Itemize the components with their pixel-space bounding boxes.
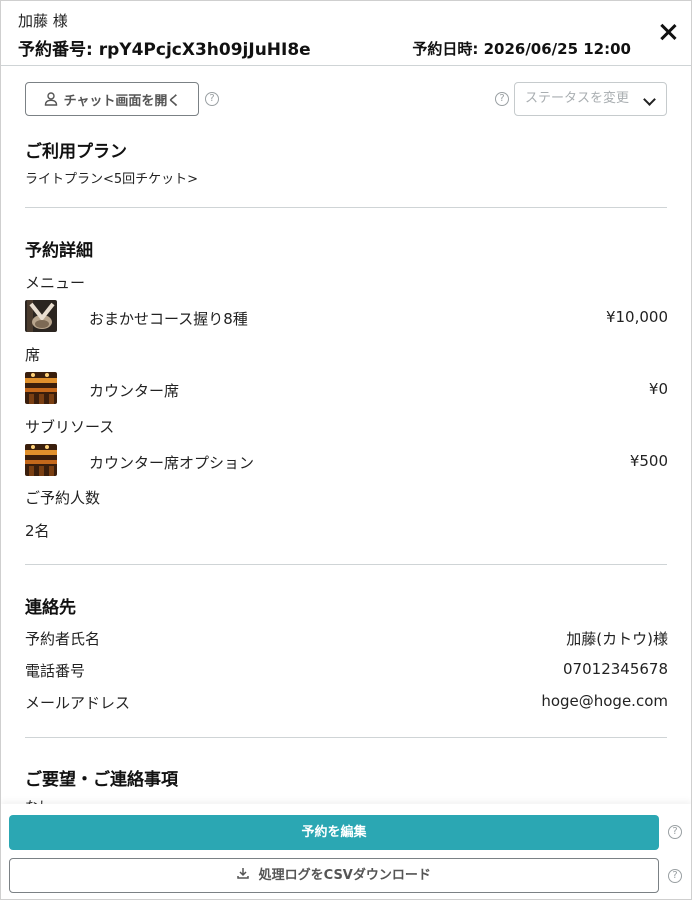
- download-csv-button[interactable]: 処理ログをCSVダウンロード: [9, 858, 659, 893]
- modal-footer: 予約を編集 ? 処理ログをCSVダウンロード ?: [1, 804, 691, 899]
- chevron-down-icon: [643, 93, 656, 106]
- contact-phone-value: 07012345678: [563, 660, 668, 678]
- contact-name-label: 予約者氏名: [25, 630, 101, 648]
- close-icon[interactable]: [657, 21, 679, 43]
- download-csv-label: 処理ログをCSVダウンロード: [258, 868, 431, 883]
- contact-phone-label: 電話番号: [25, 662, 86, 680]
- edit-help-icon[interactable]: ?: [668, 825, 682, 839]
- person-icon: [44, 92, 58, 106]
- seat-item-name: カウンター席: [89, 382, 180, 400]
- contact-name-value: 加藤(カトウ)様: [566, 630, 668, 648]
- edit-reservation-button[interactable]: 予約を編集: [9, 815, 659, 850]
- plan-section-title: ご利用プラン: [25, 142, 127, 162]
- reservation-number: 予約番号: rpY4PcjcX3h09jJuHI8e: [18, 40, 311, 60]
- divider: [25, 207, 667, 208]
- subresource-item-price: ¥500: [629, 452, 668, 470]
- seat-label: 席: [25, 346, 41, 364]
- subresource-item-image: [25, 444, 57, 476]
- reservation-datetime: 予約日時: 2026/06/25 12:00: [412, 40, 631, 58]
- open-chat-label: チャット画面を開く: [63, 93, 181, 109]
- details-section-title: 予約詳細: [25, 241, 93, 261]
- chat-help-icon[interactable]: ?: [205, 92, 219, 106]
- contact-section-title: 連絡先: [25, 598, 76, 618]
- open-chat-button[interactable]: チャット画面を開く: [25, 82, 199, 116]
- menu-item-name: おまかせコース握り8種: [89, 310, 248, 328]
- modal-body[interactable]: チャット画面を開く ? ? ステータスを変更 ご利用プラン ライトプラン<5回チ…: [1, 66, 691, 804]
- divider: [25, 737, 667, 738]
- requests-section-title: ご要望・ご連絡事項: [25, 770, 178, 790]
- requests-value: なし: [25, 796, 51, 804]
- reservation-detail-modal: 加藤 様 予約番号: rpY4PcjcX3h09jJuHI8e 予約日時: 20…: [0, 0, 692, 900]
- party-size-value: 2名: [25, 522, 50, 540]
- subresource-item-name: カウンター席オプション: [89, 454, 255, 472]
- contact-email-value: hoge@hoge.com: [541, 692, 668, 710]
- party-size-label: ご予約人数: [25, 489, 101, 507]
- subresource-label: サブリソース: [25, 418, 115, 436]
- menu-item-image: [25, 300, 57, 332]
- menu-item-price: ¥10,000: [605, 308, 668, 326]
- contact-email-label: メールアドレス: [25, 694, 131, 712]
- status-placeholder: ステータスを変更: [525, 91, 630, 106]
- download-icon: [237, 859, 249, 892]
- plan-value: ライトプラン<5回チケット>: [25, 172, 199, 187]
- csv-help-icon[interactable]: ?: [668, 869, 682, 883]
- menu-label: メニュー: [25, 274, 86, 292]
- seat-item-price: ¥0: [648, 380, 668, 398]
- seat-item-image: [25, 372, 57, 404]
- customer-name: 加藤 様: [18, 12, 68, 30]
- status-help-icon[interactable]: ?: [495, 92, 509, 106]
- status-select[interactable]: ステータスを変更: [514, 82, 667, 116]
- divider: [25, 564, 667, 565]
- modal-header: 加藤 様 予約番号: rpY4PcjcX3h09jJuHI8e 予約日時: 20…: [1, 1, 691, 66]
